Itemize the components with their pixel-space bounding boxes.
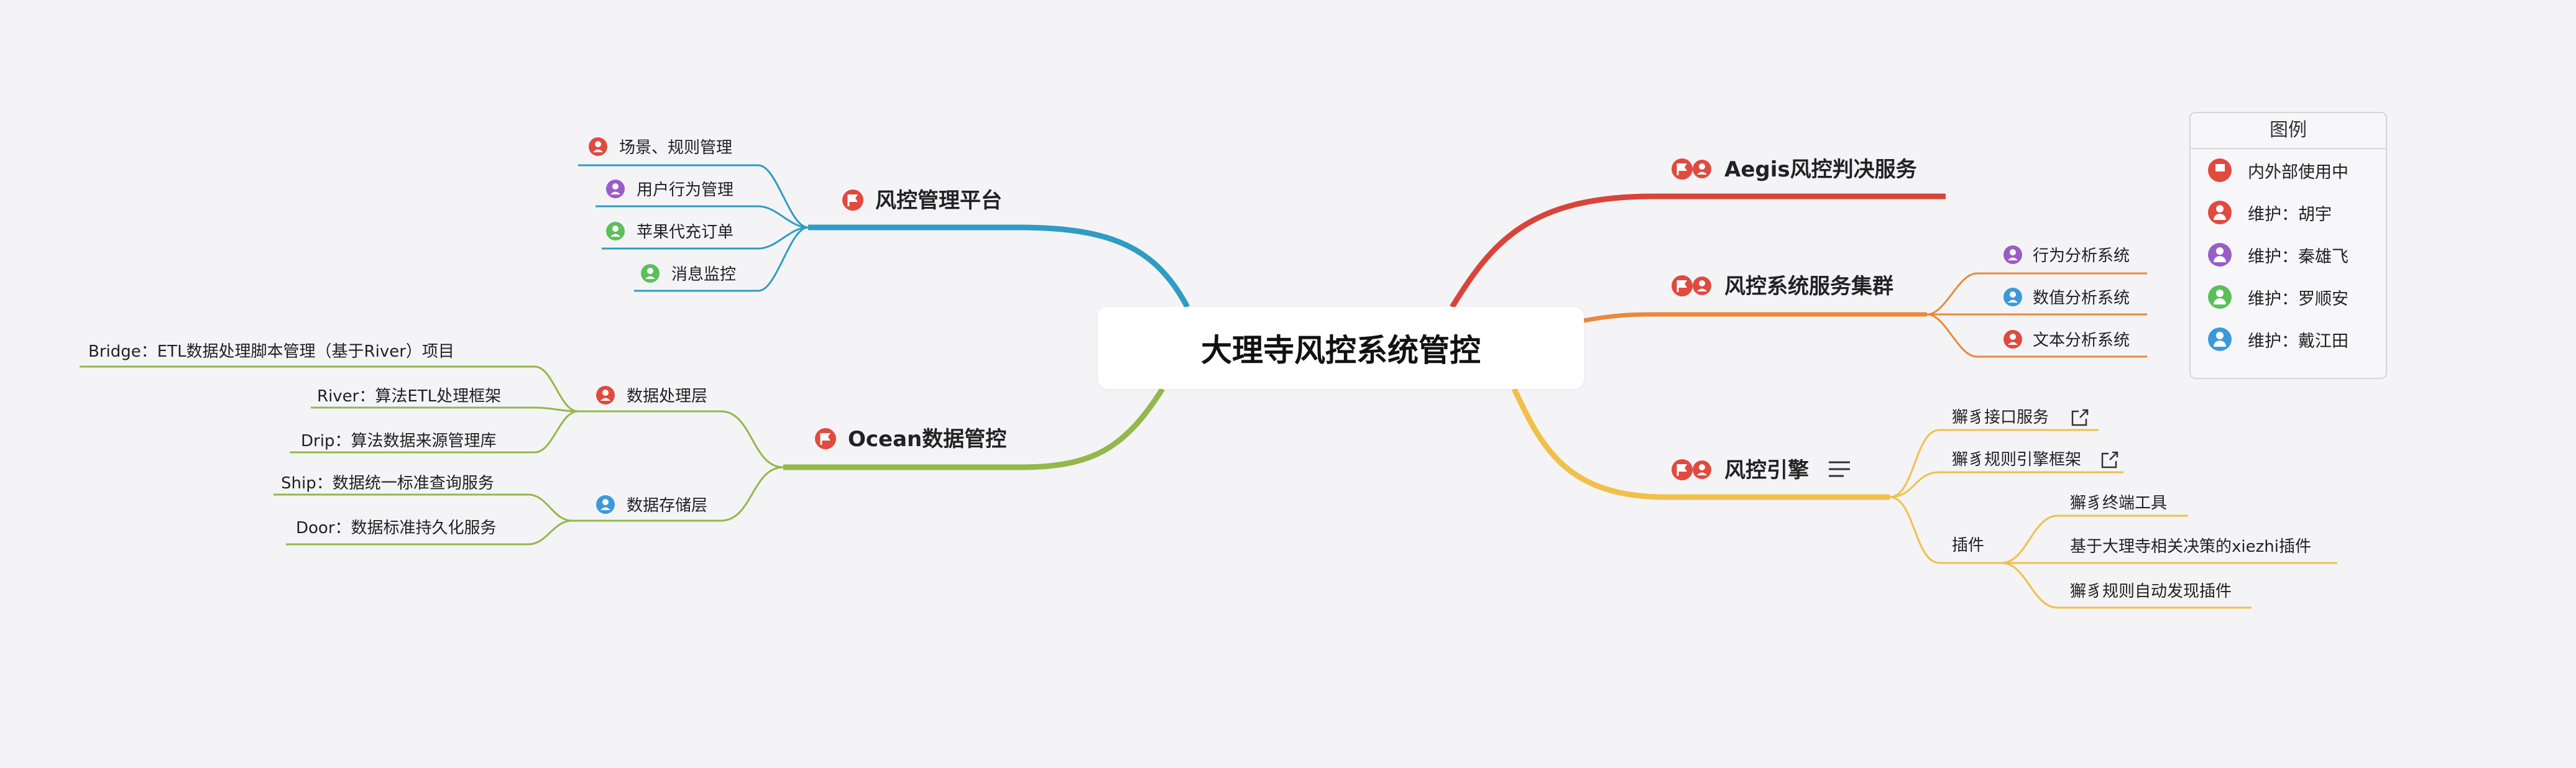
- connector-engine: [1511, 388, 1890, 500]
- mgmt-item-label: 消息监控: [671, 265, 736, 284]
- legend-item: 维护：戴江田: [2191, 318, 2386, 360]
- mgmt-item-1[interactable]: 场景、规则管理: [589, 137, 732, 157]
- cluster-item-label: 文本分析系统: [2033, 331, 2130, 350]
- connector-river: [311, 406, 579, 413]
- legend-item: 维护：罗顺安: [2191, 276, 2386, 318]
- ocean-group-label: 数据处理层: [627, 387, 707, 406]
- notes-icon[interactable]: [1829, 461, 1850, 477]
- plugin-item-1[interactable]: 獬豸终端工具: [2070, 494, 2167, 513]
- ocean-leaf-bridge[interactable]: Bridge：ETL数据处理脚本管理（基于River）项目: [88, 342, 454, 361]
- branch-mgmt[interactable]: 风控管理平台: [841, 188, 1002, 213]
- person-green-icon: [606, 222, 625, 240]
- legend-item-label: 维护：胡宇: [2248, 204, 2332, 224]
- mgmt-item-label: 苹果代充订单: [637, 223, 734, 242]
- branch-ocean-label: Ocean数据管控: [848, 427, 1006, 452]
- legend-item: 维护：秦雄飞: [2191, 234, 2386, 276]
- ocean-leaf-door[interactable]: Door：数据标准持久化服务: [296, 519, 497, 537]
- ocean-group-processing[interactable]: 数据处理层: [596, 386, 707, 406]
- legend-panel: 图例 内外部使用中 维护：胡宇 维护：秦雄飞 维护：罗顺安 维护：戴江田: [2189, 112, 2387, 379]
- connector-cluster: [1583, 312, 1927, 323]
- cluster-item-label: 数值分析系统: [2033, 289, 2130, 308]
- engine-item-2[interactable]: 獬豸规则引擎框架: [1952, 450, 2118, 469]
- person-blue-icon: [596, 495, 615, 514]
- flag-icon: [1670, 157, 1694, 181]
- legend-title: 图例: [2191, 113, 2386, 149]
- person-purple-icon: [2208, 243, 2232, 267]
- mgmt-item-label: 用户行为管理: [637, 181, 734, 199]
- external-link-icon[interactable]: [2101, 451, 2118, 469]
- person-green-icon: [2208, 285, 2232, 309]
- connector-ocean-processing: [578, 410, 784, 469]
- branch-cluster[interactable]: 风控系统服务集群: [1670, 274, 1893, 299]
- person-purple-icon: [2003, 245, 2022, 264]
- connector-plugin: [1889, 496, 2002, 564]
- legend-item: 内外部使用中: [2191, 149, 2386, 191]
- cluster-item-1[interactable]: 行为分析系统: [2003, 245, 2130, 265]
- flag-icon: [1670, 458, 1694, 482]
- plugin-item-3[interactable]: 獬豸规则自动发现插件: [2070, 582, 2232, 601]
- person-blue-icon: [2208, 327, 2232, 351]
- legend-item: 维护：胡宇: [2191, 191, 2386, 234]
- branch-aegis[interactable]: Aegis风控判决服务: [1670, 157, 1917, 182]
- ocean-leaf-drip[interactable]: Drip：算法数据来源管理库: [301, 432, 496, 450]
- engine-item-label: 獬豸接口服务: [1952, 408, 2049, 427]
- legend-item-label: 内外部使用中: [2248, 162, 2348, 182]
- branch-engine-label: 风控引擎: [1724, 458, 1809, 483]
- mgmt-item-3[interactable]: 苹果代充订单: [606, 222, 734, 242]
- central-topic[interactable]: 大理寺风控系统管控: [1098, 307, 1584, 389]
- branch-aegis-label: Aegis风控判决服务: [1724, 157, 1917, 182]
- legend-item-label: 维护：秦雄飞: [2248, 247, 2348, 267]
- legend-item-label: 维护：罗顺安: [2248, 289, 2348, 309]
- mgmt-item-2[interactable]: 用户行为管理: [606, 180, 734, 199]
- person-red-icon: [2208, 201, 2232, 224]
- ocean-group-label: 数据存储层: [627, 496, 707, 515]
- flag-icon: [841, 188, 865, 212]
- person-red-icon: [1693, 160, 1711, 178]
- engine-plugin-label[interactable]: 插件: [1952, 536, 1984, 555]
- person-purple-icon: [606, 180, 625, 198]
- flag-icon: [1670, 274, 1694, 298]
- engine-item-label: 獬豸规则引擎框架: [1952, 450, 2081, 469]
- person-red-icon: [1693, 277, 1711, 295]
- person-blue-icon: [2003, 288, 2022, 306]
- cluster-item-2[interactable]: 数值分析系统: [2003, 288, 2130, 308]
- engine-item-1[interactable]: 獬豸接口服务: [1952, 408, 2089, 427]
- connector-mgmt: [808, 224, 1190, 309]
- branch-ocean[interactable]: Ocean数据管控: [814, 427, 1006, 452]
- branch-engine[interactable]: 风控引擎: [1670, 458, 1850, 483]
- person-red-icon: [2003, 330, 2022, 349]
- branch-mgmt-label: 风控管理平台: [875, 188, 1002, 213]
- person-red-icon: [589, 137, 607, 156]
- mgmt-item-4[interactable]: 消息监控: [641, 264, 736, 284]
- person-red-icon: [1693, 460, 1711, 479]
- ocean-group-storage[interactable]: 数据存储层: [596, 495, 707, 515]
- branch-cluster-label: 风控系统服务集群: [1724, 274, 1893, 299]
- connector-engine-2: [1889, 471, 2123, 498]
- ocean-leaf-river[interactable]: River：算法ETL处理框架: [317, 387, 501, 406]
- flag-icon: [2208, 158, 2232, 182]
- person-green-icon: [641, 264, 660, 283]
- cluster-item-3[interactable]: 文本分析系统: [2003, 330, 2130, 350]
- cluster-item-label: 行为分析系统: [2033, 247, 2130, 265]
- mgmt-item-label: 场景、规则管理: [619, 139, 732, 157]
- plugin-item-2[interactable]: 基于大理寺相关决策的xiezhi插件: [2070, 537, 2311, 556]
- legend-item-label: 维护：戴江田: [2248, 331, 2348, 351]
- flag-icon: [814, 427, 837, 450]
- central-topic-label: 大理寺风控系统管控: [1201, 332, 1481, 368]
- person-red-icon: [596, 386, 615, 405]
- external-link-icon[interactable]: [2071, 409, 2089, 426]
- ocean-leaf-ship[interactable]: Ship：数据统一标准查询服务: [281, 474, 494, 493]
- connector-ship: [274, 493, 573, 522]
